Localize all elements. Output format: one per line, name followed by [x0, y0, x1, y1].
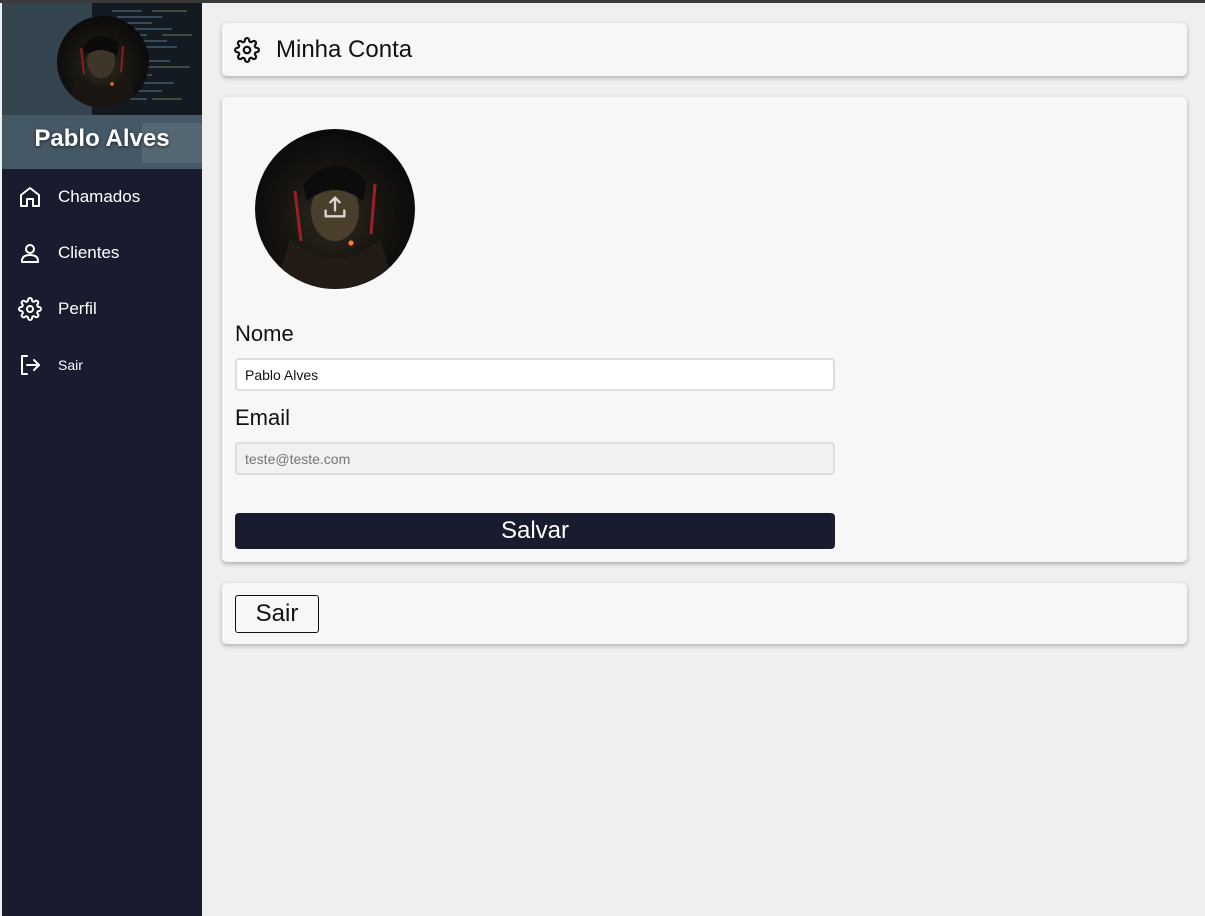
- home-icon: [20, 187, 40, 207]
- sidebar-item-chamados[interactable]: Chamados: [2, 169, 202, 225]
- logout-icon: [21, 355, 40, 375]
- page-title-bar: Minha Conta: [222, 23, 1187, 76]
- email-input[interactable]: [235, 442, 835, 475]
- upload-icon: [324, 196, 346, 218]
- email-label: Email: [235, 405, 291, 430]
- sidebar-avatar: [57, 16, 149, 108]
- sidebar-item-label: Chamados: [58, 187, 141, 206]
- sidebar-item-label: Sair: [58, 357, 83, 373]
- name-label: Nome: [235, 321, 294, 346]
- name-input[interactable]: [235, 358, 835, 391]
- profile-form: Nome Email Salvar: [222, 97, 1187, 562]
- save-button[interactable]: Salvar: [235, 513, 835, 549]
- gear-icon: [234, 37, 260, 63]
- logout-button[interactable]: Sair: [235, 595, 319, 633]
- sidebar-item-clientes[interactable]: Clientes: [2, 225, 202, 281]
- sidebar-item-perfil[interactable]: Perfil: [2, 281, 202, 337]
- sidebar-item-label: Clientes: [58, 243, 120, 262]
- sidebar-header: Pablo Alves: [2, 3, 202, 169]
- sidebar-user-name: Pablo Alves: [34, 125, 170, 152]
- avatar-upload[interactable]: [255, 129, 415, 289]
- sidebar-item-sair[interactable]: Sair: [2, 337, 202, 393]
- user-icon: [21, 244, 39, 263]
- sidebar: Pablo Alves Chamados Clientes Perfil Sai…: [2, 3, 202, 916]
- sidebar-item-label: Perfil: [58, 299, 97, 318]
- logout-section: Sair: [222, 583, 1187, 644]
- page-title: Minha Conta: [276, 36, 413, 63]
- gear-icon: [18, 297, 42, 321]
